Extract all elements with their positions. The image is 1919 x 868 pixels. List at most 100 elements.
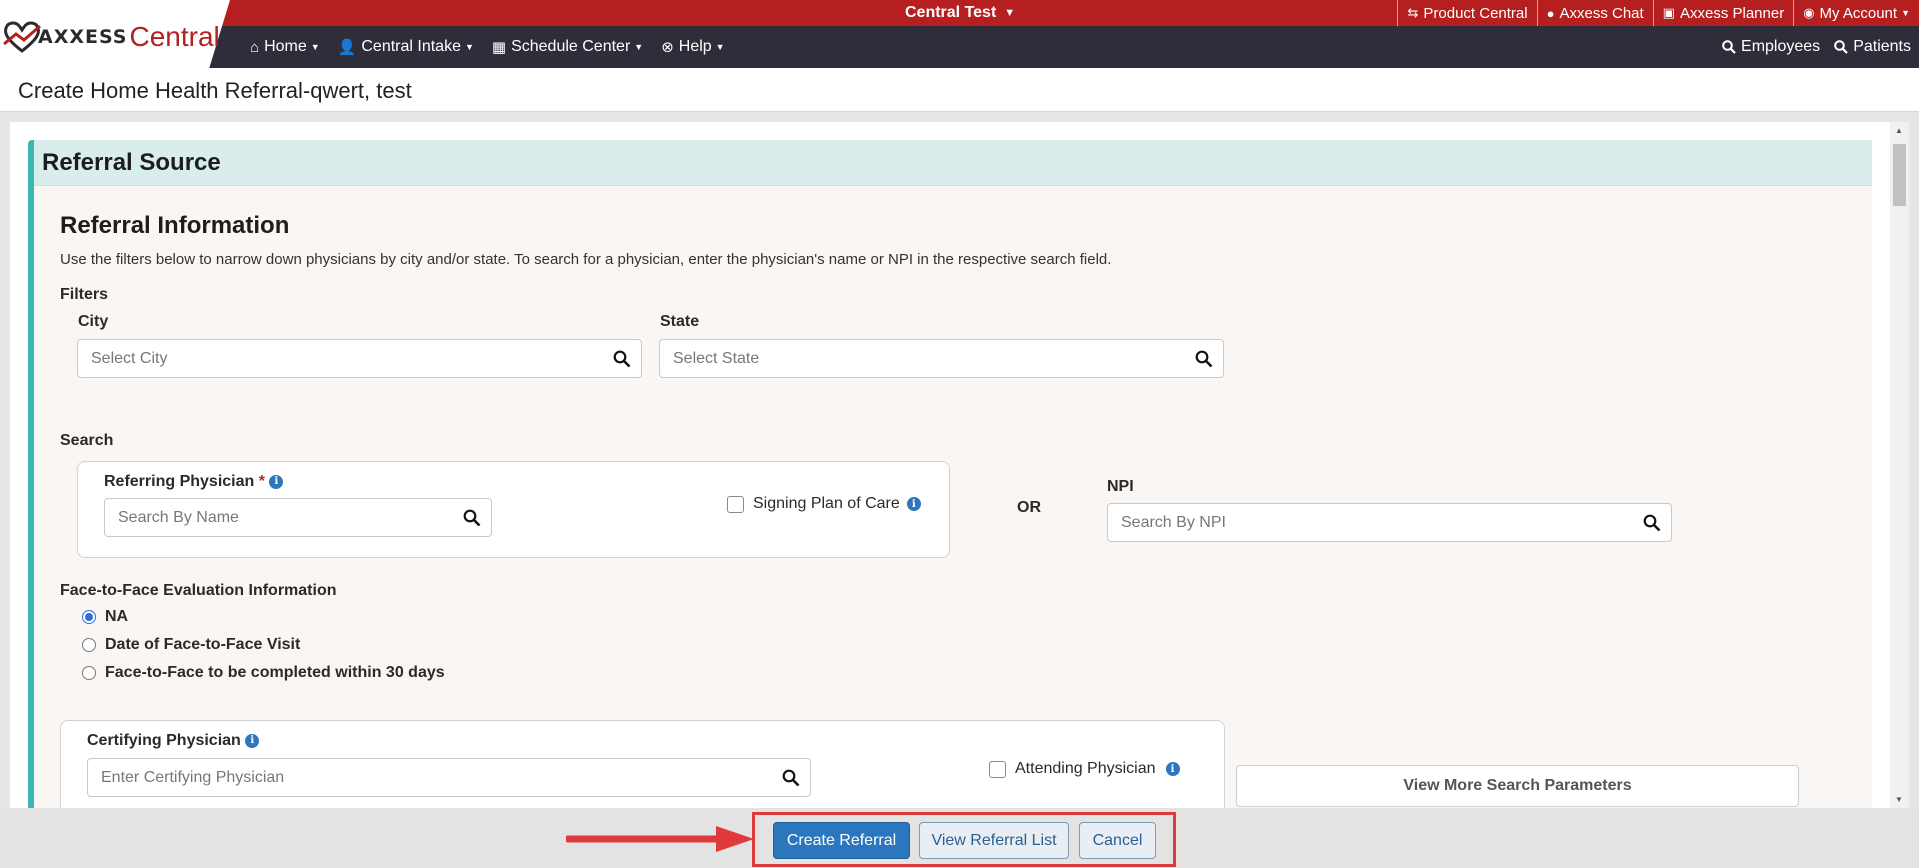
search-icon[interactable] bbox=[1195, 350, 1213, 368]
caret-down-icon: ▼ bbox=[310, 42, 320, 52]
user-plus-icon: 👤 bbox=[337, 39, 357, 56]
required-marker: * bbox=[258, 473, 265, 490]
search-icon bbox=[1722, 40, 1736, 54]
create-referral-button[interactable]: Create Referral bbox=[773, 822, 910, 859]
nav-central-intake[interactable]: 👤 Central Intake ▼ bbox=[338, 38, 474, 56]
npi-input[interactable] bbox=[1108, 504, 1671, 541]
face-to-face-option-label: NA bbox=[105, 608, 129, 625]
info-icon[interactable]: i bbox=[906, 497, 921, 511]
face-to-face-option-na[interactable]: NA bbox=[82, 608, 128, 626]
npi-search[interactable] bbox=[1107, 503, 1672, 542]
scrollbar-thumb[interactable] bbox=[1893, 144, 1906, 206]
chat-icon: ● bbox=[1546, 5, 1555, 21]
signing-plan-of-care-option[interactable]: Signing Plan of Care i bbox=[727, 495, 921, 513]
heart-logo-icon bbox=[3, 21, 41, 53]
cancel-button[interactable]: Cancel bbox=[1079, 822, 1156, 859]
axxess-chat-label: Axxess Chat bbox=[1559, 4, 1644, 22]
nav-central-intake-label: Central Intake bbox=[361, 38, 461, 55]
employees-search-link[interactable]: Employees bbox=[1722, 38, 1820, 56]
search-icon[interactable] bbox=[463, 509, 481, 527]
logo-brand-text: AXXESS bbox=[38, 26, 128, 48]
nav-home[interactable]: ⌂ Home ▼ bbox=[250, 38, 320, 56]
view-more-search-parameters-button[interactable]: View More Search Parameters bbox=[1236, 765, 1799, 807]
axxess-chat-link[interactable]: ● Axxess Chat bbox=[1536, 0, 1653, 26]
vertical-scrollbar[interactable]: ▲ ▼ bbox=[1890, 122, 1909, 808]
caret-down-icon: ▼ bbox=[715, 42, 725, 52]
patients-label: Patients bbox=[1853, 38, 1911, 55]
city-input[interactable] bbox=[78, 340, 641, 377]
or-separator: OR bbox=[1017, 499, 1041, 516]
face-to-face-option-30-days[interactable]: Face-to-Face to be completed within 30 d… bbox=[82, 664, 445, 682]
signing-plan-of-care-checkbox[interactable] bbox=[727, 495, 744, 513]
referral-source-title: Referral Source bbox=[42, 148, 221, 176]
exchange-icon: ⇆ bbox=[1407, 5, 1419, 20]
referring-physician-input[interactable] bbox=[105, 499, 491, 536]
filters-label: Filters bbox=[60, 286, 109, 303]
main-navigation: ⌂ Home ▼ 👤 Central Intake ▼ ▦ Schedule C… bbox=[250, 26, 743, 68]
face-to-face-option-date[interactable]: Date of Face-to-Face Visit bbox=[82, 636, 300, 654]
nav-schedule-center[interactable]: ▦ Schedule Center ▼ bbox=[492, 38, 643, 56]
user-circle-icon: ◉ bbox=[1803, 5, 1815, 20]
page-title-bar: Create Home Health Referral-qwert, test bbox=[0, 68, 1919, 112]
face-to-face-label: Face-to-Face Evaluation Information bbox=[60, 582, 337, 599]
axxess-planner-link[interactable]: ▣ Axxess Planner bbox=[1652, 0, 1794, 26]
info-icon[interactable]: i bbox=[269, 474, 284, 489]
search-icon[interactable] bbox=[613, 350, 631, 368]
info-icon[interactable]: i bbox=[1165, 762, 1180, 776]
state-label: State bbox=[660, 313, 700, 330]
certifying-physician-label: Certifying Physician i bbox=[87, 732, 260, 750]
calendar-icon: ▦ bbox=[491, 39, 507, 56]
product-central-label: Product Central bbox=[1423, 4, 1528, 22]
referral-source-header: Referral Source bbox=[34, 140, 1872, 186]
referral-information-title: Referral Information bbox=[60, 212, 290, 239]
annotation-arrow bbox=[566, 826, 754, 852]
search-icon[interactable] bbox=[782, 769, 800, 787]
certifying-physician-input[interactable] bbox=[88, 759, 810, 796]
state-input[interactable] bbox=[660, 340, 1223, 377]
face-to-face-option-label: Date of Face-to-Face Visit bbox=[105, 636, 301, 653]
face-to-face-option-label: Face-to-Face to be completed within 30 d… bbox=[105, 664, 445, 681]
organization-name: Central Test bbox=[905, 4, 997, 21]
attending-physician-option[interactable]: Attending Physician i bbox=[989, 760, 1180, 778]
patients-search-link[interactable]: Patients bbox=[1834, 38, 1911, 56]
nav-help-label: Help bbox=[678, 38, 712, 55]
info-icon[interactable]: i bbox=[245, 733, 260, 748]
search-icon bbox=[1834, 40, 1848, 54]
radio-button[interactable] bbox=[82, 638, 96, 652]
certifying-physician-label-text: Certifying Physician bbox=[87, 732, 241, 749]
nav-schedule-center-label: Schedule Center bbox=[511, 38, 631, 55]
my-account-menu[interactable]: ◉ My Account ▼ bbox=[1793, 0, 1919, 26]
certifying-physician-search[interactable] bbox=[87, 758, 811, 797]
state-select[interactable] bbox=[659, 339, 1224, 378]
scroll-up-arrow-icon[interactable]: ▲ bbox=[1895, 126, 1903, 135]
city-label: City bbox=[78, 313, 109, 330]
caret-down-icon: ▼ bbox=[1004, 7, 1016, 19]
lifebuoy-icon: ⊗ bbox=[661, 39, 674, 56]
attending-physician-label: Attending Physician bbox=[1015, 760, 1156, 777]
search-icon[interactable] bbox=[1643, 514, 1661, 532]
referring-physician-search[interactable] bbox=[104, 498, 492, 537]
home-icon: ⌂ bbox=[250, 38, 260, 56]
caret-down-icon: ▼ bbox=[634, 42, 644, 52]
employees-label: Employees bbox=[1741, 38, 1821, 55]
axxess-central-logo[interactable]: AXXESS Central bbox=[2, 20, 220, 54]
certifying-physician-box: Certifying Physician i Attending Physici… bbox=[60, 720, 1225, 808]
main-content: Referral Source Referral Information Use… bbox=[10, 122, 1890, 808]
referring-physician-box: Referring Physician * i Signing Plan of … bbox=[77, 461, 950, 558]
axxess-planner-label: Axxess Planner bbox=[1679, 4, 1785, 22]
scroll-down-arrow-icon[interactable]: ▼ bbox=[1895, 795, 1903, 804]
radio-button[interactable] bbox=[82, 610, 96, 624]
nav-home-label: Home bbox=[264, 38, 307, 55]
radio-button[interactable] bbox=[82, 666, 96, 680]
attending-physician-checkbox[interactable] bbox=[989, 760, 1006, 778]
view-referral-list-button[interactable]: View Referral List bbox=[919, 822, 1069, 859]
caret-down-icon: ▼ bbox=[1901, 8, 1910, 18]
nav-help[interactable]: ⊗ Help ▼ bbox=[661, 38, 724, 56]
signing-plan-of-care-label: Signing Plan of Care bbox=[753, 495, 900, 512]
organization-switcher[interactable]: Central Test ▼ bbox=[905, 0, 1015, 26]
search-label: Search bbox=[60, 432, 114, 449]
city-select[interactable] bbox=[77, 339, 642, 378]
product-central-link[interactable]: ⇆ Product Central bbox=[1397, 0, 1536, 26]
my-account-label: My Account bbox=[1819, 4, 1898, 22]
page-title: Create Home Health Referral-qwert, test bbox=[18, 78, 412, 103]
